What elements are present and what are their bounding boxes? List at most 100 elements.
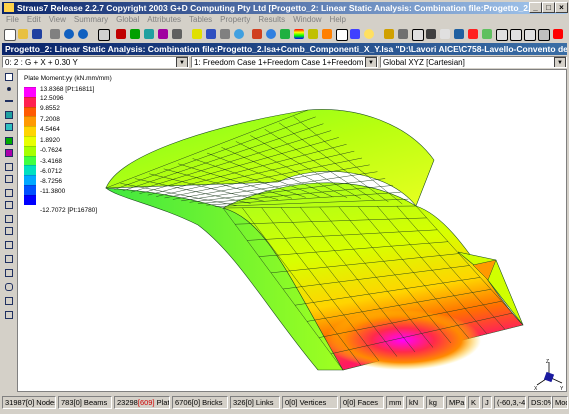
- mesh-icon[interactable]: [410, 27, 424, 41]
- close-button[interactable]: ×: [555, 2, 568, 13]
- move-icon[interactable]: [3, 188, 15, 198]
- legend-value: -0.7624: [40, 147, 63, 154]
- minimize-button[interactable]: _: [529, 2, 542, 13]
- redo-icon[interactable]: [76, 27, 90, 41]
- rotate-icon[interactable]: [204, 27, 218, 41]
- model-viewport[interactable]: Plate Moment:yy (kN.mm/mm) 13.8368 [Pt:1…: [17, 69, 567, 392]
- maximize-button[interactable]: □: [542, 2, 555, 13]
- plate-quad-icon[interactable]: [3, 110, 15, 120]
- contour-icon[interactable]: [292, 27, 306, 41]
- unit-energy[interactable]: J: [482, 396, 492, 409]
- app-icon: [4, 3, 14, 12]
- menu-window[interactable]: Window: [293, 15, 321, 24]
- subdivide-icon[interactable]: [3, 214, 15, 224]
- menu-help[interactable]: Help: [330, 15, 346, 24]
- freedom-case-select[interactable]: 1: Freedom Case 1+Freedom Case 1+Freedom…: [191, 56, 378, 68]
- pencil-icon[interactable]: [382, 27, 396, 41]
- link-tool-icon[interactable]: [170, 27, 184, 41]
- fit-icon[interactable]: [480, 27, 494, 41]
- legend-color-band: [24, 175, 36, 185]
- unit-mass[interactable]: kg: [426, 396, 444, 409]
- graph-icon[interactable]: [320, 27, 334, 41]
- beam-icon[interactable]: [3, 136, 15, 146]
- render-icon[interactable]: [250, 27, 264, 41]
- menu-attributes[interactable]: Attributes: [147, 15, 181, 24]
- legend-value: -6.0712: [40, 168, 63, 175]
- view-yz-icon[interactable]: [508, 27, 522, 41]
- grid-icon[interactable]: [3, 240, 15, 250]
- zoom-icon[interactable]: [232, 27, 246, 41]
- new-icon[interactable]: [2, 27, 16, 41]
- view-xy-icon[interactable]: [494, 27, 508, 41]
- filter-icon[interactable]: [452, 27, 466, 41]
- menu-global[interactable]: Global: [116, 15, 139, 24]
- extrude-icon[interactable]: [3, 162, 15, 172]
- pointer-tool-icon[interactable]: [3, 72, 15, 82]
- model-window-title[interactable]: Progetto_2: Linear Static Analysis: Comb…: [2, 43, 567, 55]
- unit-force[interactable]: kN: [406, 396, 424, 409]
- chevron-down-icon[interactable]: ▼: [554, 57, 566, 67]
- menu-summary[interactable]: Summary: [74, 15, 108, 24]
- legend-title: Plate Moment:yy (kN.mm/mm): [24, 75, 112, 82]
- select-icon[interactable]: [96, 27, 110, 41]
- menu-results[interactable]: Results: [258, 15, 285, 24]
- undo-icon[interactable]: [62, 27, 76, 41]
- unit-stress[interactable]: MPa: [446, 396, 466, 409]
- dot-tool-icon[interactable]: [3, 84, 15, 94]
- cylinder-icon[interactable]: [3, 282, 15, 292]
- mesh-grid-icon[interactable]: [3, 254, 15, 264]
- hide-icon[interactable]: [424, 27, 438, 41]
- status-vertices: 0[0] Vertices: [282, 396, 338, 409]
- legend-color-band: [24, 106, 36, 117]
- sweep-icon[interactable]: [3, 310, 15, 320]
- chevron-down-icon[interactable]: ▼: [176, 57, 188, 67]
- brick-tool-icon[interactable]: [156, 27, 170, 41]
- save-icon[interactable]: [30, 27, 44, 41]
- view-xz-icon[interactable]: [522, 27, 536, 41]
- line-tool-icon[interactable]: [3, 96, 15, 106]
- menu-property[interactable]: Property: [220, 15, 250, 24]
- show-icon[interactable]: [438, 27, 452, 41]
- node-tool-icon[interactable]: [114, 27, 128, 41]
- status-plates: 23298[609] Plates: [114, 396, 170, 409]
- menu-file[interactable]: File: [6, 15, 19, 24]
- coordinate-system-select[interactable]: Global XYZ [Cartesian] ▼: [380, 56, 567, 68]
- brick-icon[interactable]: [3, 148, 15, 158]
- grade-icon[interactable]: [3, 226, 15, 236]
- chart-icon[interactable]: [348, 27, 362, 41]
- view-iso-icon[interactable]: [536, 27, 550, 41]
- lock-icon[interactable]: [396, 27, 410, 41]
- print-icon[interactable]: [48, 27, 62, 41]
- legend-value: 9.8552: [40, 105, 60, 112]
- block-icon[interactable]: [3, 268, 15, 278]
- solver-icon[interactable]: [306, 27, 320, 41]
- beam-tool-icon[interactable]: [128, 27, 142, 41]
- menu-tables[interactable]: Tables: [189, 15, 212, 24]
- globe-icon[interactable]: [264, 27, 278, 41]
- menu-view[interactable]: View: [49, 15, 66, 24]
- unit-length[interactable]: mm: [386, 396, 404, 409]
- plate-tool-icon[interactable]: [142, 27, 156, 41]
- plate-tri-icon[interactable]: [3, 122, 15, 132]
- contour-legend: Plate Moment:yy (kN.mm/mm) 13.8368 [Pt:1…: [24, 75, 134, 225]
- unit-temperature[interactable]: K: [468, 396, 480, 409]
- legend-color-band: [24, 126, 36, 136]
- app-title-bar[interactable]: Straus7 Release 2.2.7 Copyright 2003 G+D…: [2, 2, 567, 14]
- status-coords: (-60,3,-49): [494, 396, 526, 409]
- free-edge-icon[interactable]: [466, 27, 480, 41]
- attribute-icon[interactable]: [190, 27, 204, 41]
- rotate-mesh-icon[interactable]: [3, 296, 15, 306]
- open-icon[interactable]: [16, 27, 30, 41]
- shrink-icon[interactable]: [551, 27, 565, 41]
- results-icon[interactable]: [278, 27, 292, 41]
- combination-select[interactable]: 0: 2 : G + X + 0.30 Y ▼: [2, 56, 189, 68]
- help-icon[interactable]: [362, 27, 376, 41]
- chevron-down-icon[interactable]: ▼: [365, 57, 377, 67]
- copy-icon[interactable]: [3, 174, 15, 184]
- legend-color-band: [24, 184, 36, 195]
- status-mode: Model: [552, 396, 568, 409]
- menu-edit[interactable]: Edit: [27, 15, 41, 24]
- table-icon[interactable]: [334, 27, 348, 41]
- mirror-icon[interactable]: [3, 200, 15, 210]
- pan-icon[interactable]: [218, 27, 232, 41]
